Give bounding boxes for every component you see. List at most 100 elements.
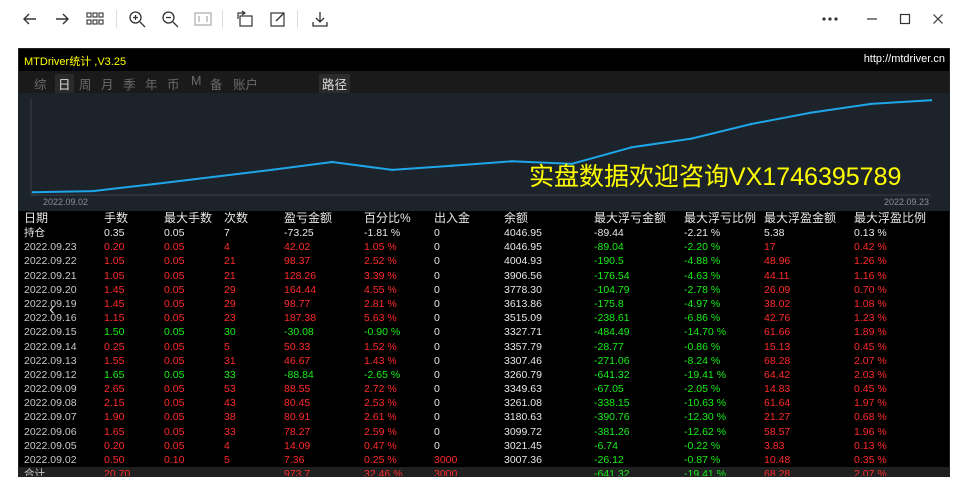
table-cell: 0.05 <box>164 312 185 325</box>
table-cell: 1.08 % <box>854 297 887 310</box>
column-header[interactable]: 最大浮盈金额 <box>764 211 836 225</box>
tab-summary[interactable]: 综 <box>34 74 47 93</box>
table-cell: 1.90 <box>104 411 125 424</box>
balance-point <box>151 183 154 186</box>
column-header[interactable]: 百分比% <box>364 211 411 225</box>
balance-chart: 2022.09.02 2022.09.23 实盘数据欢迎咨询VX17463957… <box>19 93 949 211</box>
edit-icon[interactable] <box>265 6 291 32</box>
table-row[interactable]: 2022.09.05 0.20 0.05 4 14.09 0.47 % 0 3021.45 -6… <box>19 439 949 453</box>
table-cell: 1.45 <box>104 283 125 296</box>
close-icon[interactable] <box>925 6 951 32</box>
total-cell: -19.41 % <box>684 468 727 477</box>
table-cell: 0 <box>434 425 440 438</box>
table-row[interactable]: 2022.09.12 1.65 0.05 33 -88.84 -2.65 % 0 3260.7… <box>19 368 949 382</box>
column-header[interactable]: 余额 <box>504 211 528 225</box>
table-cell: 0 <box>434 269 440 282</box>
tab-month[interactable]: 月 <box>101 74 114 93</box>
rotate-icon[interactable] <box>232 6 258 32</box>
grid-icon[interactable] <box>82 6 108 32</box>
column-header[interactable]: 最大手数 <box>164 211 212 225</box>
minimize-icon[interactable] <box>859 6 885 32</box>
table-cell: 1.23 % <box>854 312 887 325</box>
table-cell: 1.65 <box>104 425 125 438</box>
tab-week[interactable]: 周 <box>79 74 92 93</box>
holding-cell: -73.25 <box>284 227 314 239</box>
app-url-link[interactable]: http://mtdriver.cn <box>864 53 945 65</box>
tab-note[interactable]: 备 <box>210 74 223 93</box>
table-cell: 0.05 <box>164 397 185 410</box>
total-cell: 3000 <box>434 468 458 477</box>
table-cell: 0 <box>434 397 440 410</box>
holding-cell: -2.21 % <box>684 227 721 239</box>
daily-stats-table: 日期 手数 最大手数 次数 盈亏金额 百分比% 出入金 余额 最大浮亏金额 最大浮亏比例 最大浮盈金… <box>19 211 949 477</box>
table-row[interactable]: 2022.09.06 1.65 0.05 33 78.27 2.59 % 0 3099.72 -… <box>19 425 949 439</box>
tab-account[interactable]: 账户 <box>233 74 258 93</box>
column-header[interactable]: 日期 <box>24 211 48 225</box>
download-icon[interactable] <box>307 6 333 32</box>
holding-cell: 0.13 % <box>854 227 887 239</box>
table-cell: -19.41 % <box>684 368 727 381</box>
table-row[interactable]: 2022.09.02 0.50 0.10 5 7.36 0.25 % 3000 3007.36… <box>19 453 949 467</box>
table-cell: -2.20 % <box>684 241 721 254</box>
table-body: 2022.09.23 0.20 0.05 4 42.02 1.05 % 0 4046.95 -8… <box>19 240 949 467</box>
tab-quarter[interactable]: 季 <box>123 74 136 93</box>
table-cell: 2.81 % <box>364 297 397 310</box>
table-row[interactable]: 2022.09.20 1.45 0.05 29 164.44 4.55 % 0 3778.30… <box>19 283 949 297</box>
table-row[interactable]: 2022.09.15 1.50 0.05 30 -30.08 -0.90 % 0 3327.7… <box>19 325 949 339</box>
table-cell: 3261.08 <box>504 397 542 410</box>
table-row[interactable]: 2022.09.14 0.25 0.05 5 50.33 1.52 % 0 3357.79 -2… <box>19 340 949 354</box>
previous-page-arrow-icon[interactable]: ‹ <box>49 299 55 320</box>
table-cell: 33 <box>224 425 236 438</box>
column-header[interactable]: 最大浮亏比例 <box>684 211 756 225</box>
table-cell: 14.83 <box>764 383 791 396</box>
column-header[interactable]: 最大浮盈比例 <box>854 211 926 225</box>
table-cell: 3349.63 <box>504 383 542 396</box>
table-cell: 0 <box>434 283 440 296</box>
table-cell: 38 <box>224 411 236 424</box>
fit-icon[interactable] <box>190 6 216 32</box>
balance-point <box>869 102 873 106</box>
tab-currency[interactable]: 币 <box>167 74 180 93</box>
zoom-in-icon[interactable] <box>124 6 150 32</box>
table-cell: 0.45 % <box>854 383 887 396</box>
tab-year[interactable]: 年 <box>145 74 158 93</box>
table-cell: 3357.79 <box>504 340 542 353</box>
table-cell: 1.05 <box>104 255 125 268</box>
holding-cell: 5.38 <box>764 227 785 239</box>
table-cell: 64.42 <box>764 368 791 381</box>
table-cell: 1.15 <box>104 312 125 325</box>
table-row[interactable]: 2022.09.21 1.05 0.05 21 128.26 3.39 % 0 3906.56… <box>19 269 949 283</box>
table-row[interactable]: 2022.09.07 1.90 0.05 38 80.91 2.61 % 0 3180.63 -… <box>19 410 949 424</box>
column-header[interactable]: 次数 <box>224 211 248 225</box>
table-cell: 2.15 <box>104 397 125 410</box>
table-row[interactable]: 2022.09.22 1.05 0.05 21 98.37 2.52 % 0 4004.93 -… <box>19 254 949 268</box>
table-cell: 3307.46 <box>504 354 542 367</box>
column-header[interactable]: 最大浮亏金额 <box>594 211 666 225</box>
table-cell: 1.52 % <box>364 340 397 353</box>
table-row[interactable]: 2022.09.08 2.15 0.05 43 80.45 2.53 % 0 3261.08 -… <box>19 396 949 410</box>
tab-day[interactable]: 日 <box>55 74 74 93</box>
table-cell: 0.05 <box>164 269 185 282</box>
column-header[interactable]: 手数 <box>104 211 128 225</box>
holding-cell: 0.05 <box>164 227 185 239</box>
tab-path[interactable]: 路径 <box>319 74 351 93</box>
table-cell: 3180.63 <box>504 411 542 424</box>
table-row[interactable]: 2022.09.23 0.20 0.05 4 42.02 1.05 % 0 4046.95 -8… <box>19 240 949 254</box>
arrow-right-icon[interactable] <box>49 6 75 32</box>
table-row[interactable]: 2022.09.13 1.55 0.05 31 46.67 1.43 % 0 3307.46 -… <box>19 354 949 368</box>
table-cell: 128.26 <box>284 269 317 282</box>
table-cell: 1.55 <box>104 354 125 367</box>
table-row[interactable]: 2022.09.09 2.65 0.05 53 88.55 2.72 % 0 3349.63 -… <box>19 382 949 396</box>
tab-m[interactable]: M <box>191 74 201 88</box>
maximize-icon[interactable] <box>892 6 918 32</box>
table-cell: -4.88 % <box>684 255 721 268</box>
table-cell: 21 <box>224 255 236 268</box>
column-header[interactable]: 出入金 <box>434 211 470 225</box>
table-row[interactable]: 2022.09.19 1.45 0.05 29 98.77 2.81 % 0 3613.86-… <box>19 297 949 311</box>
arrow-left-icon[interactable] <box>17 6 43 32</box>
column-header[interactable]: 盈亏金额 <box>284 211 332 225</box>
table-row[interactable]: 2022.09.16 1.15 0.05 23 187.38 5.63 % 0 3515.09… <box>19 311 949 325</box>
table-cell: 42.02 <box>284 241 311 254</box>
more-icon[interactable] <box>817 6 843 32</box>
zoom-out-icon[interactable] <box>157 6 183 32</box>
